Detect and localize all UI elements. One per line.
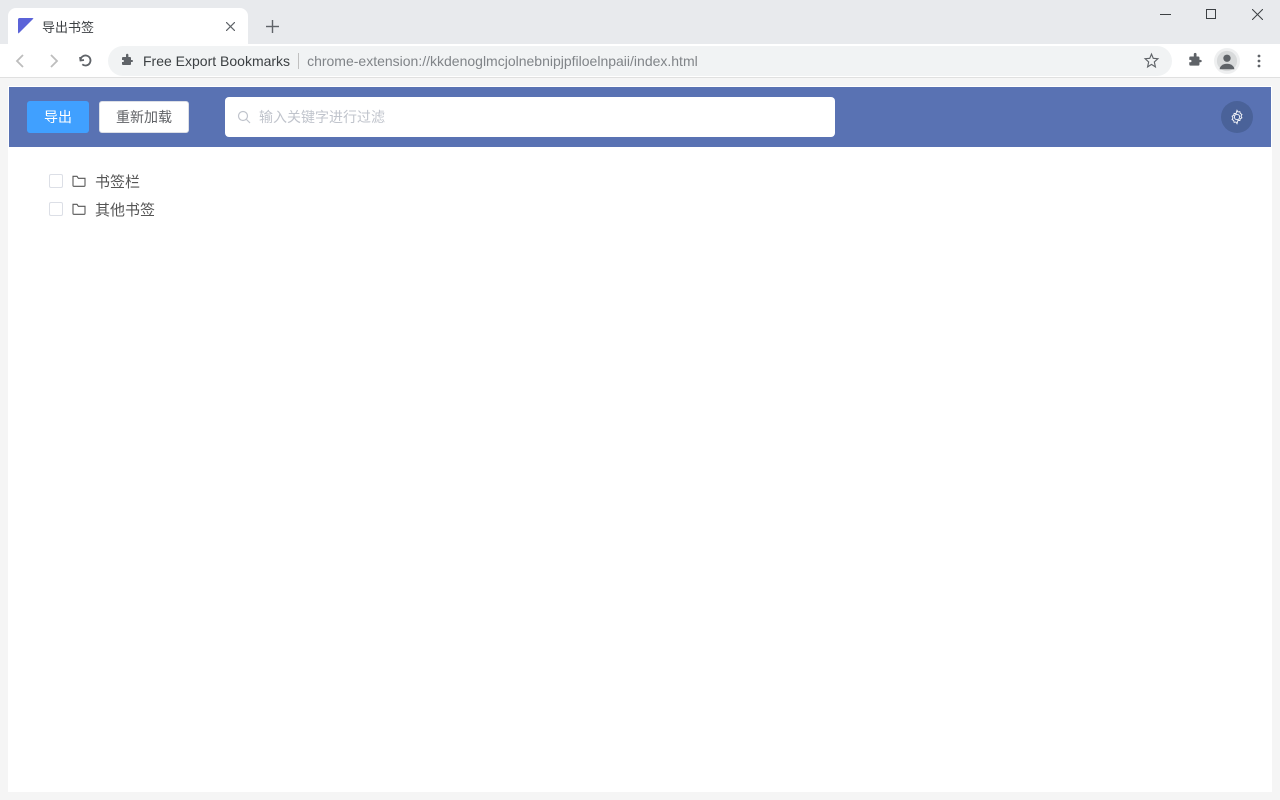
reload-button[interactable]	[70, 46, 100, 76]
toolbar: Free Export Bookmarks chrome-extension:/…	[0, 44, 1280, 78]
tree-item[interactable]: 书签栏	[49, 167, 1231, 195]
address-bar[interactable]: Free Export Bookmarks chrome-extension:/…	[108, 46, 1172, 76]
reload-data-button[interactable]: 重新加载	[99, 101, 189, 133]
address-separator	[298, 53, 299, 69]
profile-button[interactable]	[1212, 46, 1242, 76]
search-icon	[237, 110, 251, 124]
window-maximize-button[interactable]	[1188, 0, 1234, 28]
reload-data-button-label: 重新加载	[116, 107, 172, 127]
tab-favicon	[18, 18, 34, 34]
address-url: chrome-extension://kkdenoglmcjolnebnipjp…	[307, 53, 698, 69]
checkbox[interactable]	[49, 174, 63, 188]
new-tab-button[interactable]	[258, 12, 286, 40]
export-button[interactable]: 导出	[27, 101, 89, 133]
extension-icon	[120, 53, 135, 68]
tab-title: 导出书签	[42, 17, 214, 36]
settings-button[interactable]	[1221, 101, 1253, 133]
checkbox[interactable]	[49, 202, 63, 216]
tree-item[interactable]: 其他书签	[49, 195, 1231, 223]
tabstrip: 导出书签	[0, 0, 1280, 44]
window-close-button[interactable]	[1234, 0, 1280, 28]
folder-icon	[71, 173, 87, 189]
content-area: 导出 重新加载	[0, 78, 1280, 800]
menu-button[interactable]	[1244, 46, 1274, 76]
filter-search[interactable]	[225, 97, 835, 137]
tab-close-button[interactable]	[222, 18, 238, 34]
tree-item-label: 书签栏	[95, 171, 140, 192]
window-controls	[1142, 0, 1280, 28]
extensions-button[interactable]	[1180, 46, 1210, 76]
bookmark-tree: 书签栏 其他书签	[9, 147, 1271, 243]
app-root: 导出 重新加载	[8, 86, 1272, 792]
export-button-label: 导出	[44, 107, 72, 127]
star-icon[interactable]	[1143, 52, 1160, 69]
filter-input[interactable]	[259, 109, 823, 125]
address-extension-name: Free Export Bookmarks	[143, 53, 290, 69]
back-button[interactable]	[6, 46, 36, 76]
forward-button[interactable]	[38, 46, 68, 76]
gear-icon	[1229, 109, 1245, 125]
tree-item-label: 其他书签	[95, 199, 155, 220]
address-extension-chip: Free Export Bookmarks	[120, 53, 290, 69]
app-header: 导出 重新加载	[9, 87, 1271, 147]
folder-icon	[71, 201, 87, 217]
window-minimize-button[interactable]	[1142, 0, 1188, 28]
browser-tab[interactable]: 导出书签	[8, 8, 248, 44]
